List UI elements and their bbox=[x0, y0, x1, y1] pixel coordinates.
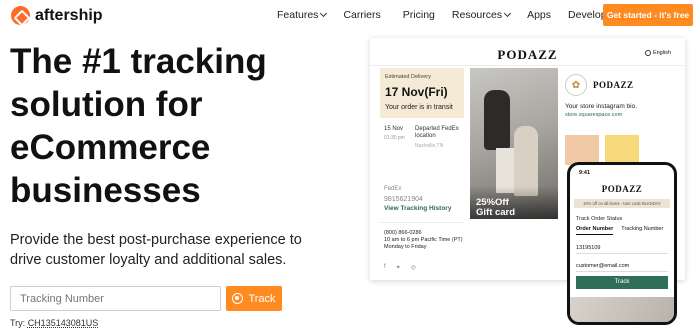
nav-label: Pricing bbox=[402, 9, 435, 21]
delivery-label: Estimated Delivery bbox=[385, 74, 431, 80]
aftership-logo[interactable]: aftership bbox=[11, 6, 103, 25]
nav-item-apps[interactable]: Apps bbox=[527, 9, 551, 21]
get-started-button[interactable]: Get started - it's free bbox=[603, 4, 693, 26]
delivery-status-card: Estimated Delivery 17 Nov(Fri) Your orde… bbox=[380, 68, 464, 118]
nav-item-pricing[interactable]: Pricing bbox=[403, 9, 435, 21]
chevron-down-icon bbox=[504, 9, 512, 18]
contact-phone: (800) 866-0286 bbox=[384, 230, 422, 236]
store-brand: PODAZZ bbox=[497, 47, 558, 62]
try-example: Try: CH135143081US bbox=[10, 318, 98, 328]
model-figure bbox=[484, 90, 510, 150]
instagram-url: store.squarespace.com bbox=[565, 112, 623, 118]
social-links: f ✦ ◎ bbox=[384, 264, 416, 271]
phone-promo-bar: 10% off on all items - Use code BLKSDAY bbox=[574, 199, 670, 208]
top-navigation: aftership Features Carriers Pricing Reso… bbox=[0, 0, 700, 30]
tab-tracking-number: Tracking Number bbox=[621, 226, 664, 232]
phone-screen: 9:41 PODAZZ 10% off on all items - Use c… bbox=[570, 165, 674, 322]
nav-label: Resources bbox=[451, 9, 503, 21]
track-button[interactable]: Track bbox=[226, 286, 282, 311]
phone-brand: PODAZZ bbox=[601, 184, 643, 194]
hero-title: The #1 tracking solution for eCommerce b… bbox=[10, 42, 267, 210]
instagram-icon: ◎ bbox=[410, 265, 416, 271]
language-label: English bbox=[652, 50, 671, 56]
nav-label: Features bbox=[277, 9, 319, 21]
contact-hours: 10 am to 6 pm Pacific Time (PT) bbox=[384, 237, 463, 243]
store-logo-icon: ✿ bbox=[565, 74, 587, 96]
nav-links: Features Carriers Pricing Resources Apps… bbox=[277, 9, 621, 21]
phone-track-button: Track bbox=[576, 276, 668, 289]
nav-item-resources[interactable]: Resources bbox=[451, 9, 512, 21]
nav-label: Apps bbox=[527, 9, 552, 21]
contact-info: (800) 866-0286 10 am to 6 pm Pacific Tim… bbox=[384, 230, 463, 251]
event-date: 15 Nov bbox=[384, 126, 404, 132]
twitter-icon: ✦ bbox=[395, 265, 401, 271]
language-selector: English bbox=[644, 50, 671, 56]
instagram-brand: PODAZZ bbox=[593, 80, 634, 90]
nav-item-carriers[interactable]: Carriers bbox=[343, 9, 380, 21]
try-label: Try: bbox=[10, 318, 26, 328]
email-field: customer@email.com bbox=[576, 260, 668, 272]
nav-item-features[interactable]: Features bbox=[277, 9, 328, 21]
location-icon bbox=[232, 293, 244, 304]
delivery-status: Your order is in transit bbox=[385, 104, 453, 111]
tab-order-number: Order Number bbox=[576, 226, 614, 235]
carrier-tracking-number: 9815621904 bbox=[384, 196, 423, 203]
contact-days: Monday to Friday bbox=[384, 244, 427, 250]
event-time: 01:30 pm bbox=[384, 135, 405, 141]
event-location: Nashville,TN bbox=[415, 143, 444, 149]
aftership-logo-icon bbox=[11, 6, 30, 25]
carrier-info: FedEx 9815621904 View Tracking History bbox=[384, 186, 451, 212]
track-button-label: Track bbox=[248, 292, 276, 305]
chevron-down-icon bbox=[320, 9, 328, 18]
facebook-icon: f bbox=[384, 264, 386, 270]
delivery-date: 17 Nov(Fri) bbox=[385, 85, 448, 99]
carrier-name: FedEx bbox=[384, 186, 402, 192]
nav-label: Carriers bbox=[343, 9, 381, 21]
divider bbox=[380, 222, 464, 223]
view-tracking-history-link: View Tracking History bbox=[384, 205, 452, 212]
example-tracking-number[interactable]: CH135143081US bbox=[28, 318, 99, 328]
promo-banner-image: 25%Off Gift card bbox=[470, 68, 558, 219]
phone-image bbox=[570, 297, 674, 322]
promo-subtitle: Gift card bbox=[476, 207, 516, 218]
track-order-title: Track Order Status bbox=[576, 216, 623, 222]
order-number-field: 13195109 bbox=[576, 242, 668, 254]
status-bar-time: 9:41 bbox=[579, 170, 591, 176]
instagram-bio: Your store instagram bio. bbox=[565, 103, 638, 110]
globe-icon bbox=[644, 50, 651, 56]
event-text: Departed FedEx location bbox=[415, 126, 459, 139]
tracking-number-input[interactable]: Tracking Number bbox=[10, 286, 221, 311]
instagram-photo bbox=[565, 135, 599, 165]
promo-offer: 25%Off Gift card bbox=[476, 198, 515, 218]
phone-tabs: Order Number Tracking Number bbox=[576, 226, 663, 235]
divider bbox=[370, 65, 685, 66]
hero-subtitle: Provide the best post-purchase experienc… bbox=[10, 232, 302, 268]
logo-text: aftership bbox=[35, 6, 103, 24]
instagram-photo bbox=[605, 135, 639, 165]
phone-mockup: 9:41 PODAZZ 10% off on all items - Use c… bbox=[567, 162, 677, 325]
